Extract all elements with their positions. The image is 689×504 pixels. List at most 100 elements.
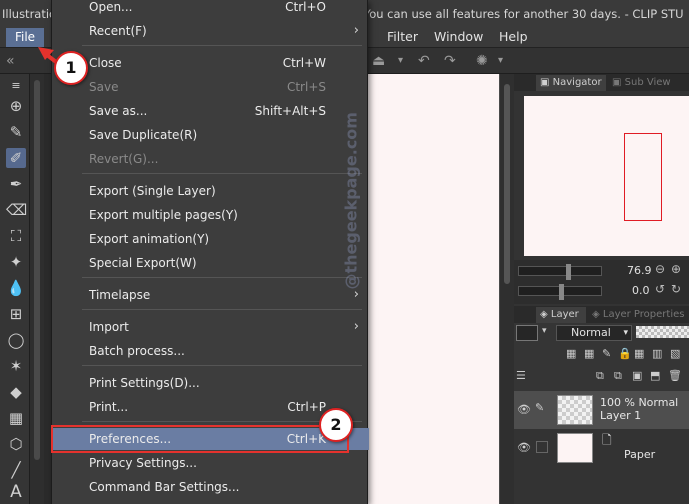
new-folder-icon[interactable]: ▣ xyxy=(632,369,642,382)
layer-name: Paper xyxy=(624,448,656,461)
tab-layer[interactable]: ◈ Layer xyxy=(536,307,586,323)
app-label: Illustratio xyxy=(2,7,57,21)
reset-icon[interactable]: ↻ xyxy=(671,282,681,296)
lock-transparent-icon[interactable]: ▦ xyxy=(634,347,644,360)
chevron-down-icon[interactable]: ▾ xyxy=(498,55,503,66)
menu-item-close[interactable]: Close Ctrl+W xyxy=(52,52,369,74)
clipping-icon[interactable]: ▦ xyxy=(566,347,576,360)
menu-item-label: Close xyxy=(89,56,122,70)
menu-item-open[interactable]: Open... Ctrl+O xyxy=(52,0,369,18)
layer-icon: ◈ xyxy=(540,309,551,320)
collapse-icon[interactable]: « xyxy=(6,53,15,69)
text-tool-icon[interactable]: A xyxy=(6,482,26,502)
tab-sub-view-label: Sub View xyxy=(624,77,671,88)
scrollbar[interactable] xyxy=(34,80,40,460)
merge-down-icon[interactable]: ⬒ xyxy=(650,369,660,382)
menu-item-save-duplicate[interactable]: Save Duplicate(R) xyxy=(52,124,369,146)
tab-sub-view[interactable]: ▣ Sub View xyxy=(608,75,684,91)
layer-menu-icon[interactable]: ☰ xyxy=(516,369,526,382)
subview-icon: ▣ xyxy=(612,77,625,88)
layer-checkbox[interactable] xyxy=(536,441,548,453)
navigator-view-rect[interactable] xyxy=(624,133,662,221)
tool-palette: ≡ ⊕ ✎ ✐ ✒ ⌫ ⛶ ✦ 💧 ⊞ ◯ ✶ ◆ ▦ ⬡ ╱ A xyxy=(0,74,30,504)
brush-tool-icon[interactable]: ✒ xyxy=(6,174,26,194)
menu-item-label: Special Export(W) xyxy=(89,256,197,270)
menu-item-print-settings[interactable]: Print Settings(D)... xyxy=(52,372,369,394)
magic-wand-icon[interactable]: ✶ xyxy=(6,356,26,376)
select-tool-icon[interactable]: ⊞ xyxy=(6,304,26,324)
pencil-tool-icon[interactable]: ✐ xyxy=(6,148,26,168)
new-vector-layer-icon[interactable]: ⧉ xyxy=(614,369,622,383)
eye-icon[interactable]: 👁 xyxy=(517,441,531,454)
pen-tool-icon[interactable]: ✎ xyxy=(6,122,26,142)
rotation-slider[interactable] xyxy=(518,284,602,300)
eye-icon[interactable]: 👁 xyxy=(517,403,531,416)
blend-mode-select[interactable]: Normal ▾ xyxy=(556,325,632,341)
navigator-tabs: ▣ Navigator ▣ Sub View xyxy=(514,74,689,91)
menu-item-import[interactable]: Import › xyxy=(52,316,369,338)
redo-icon[interactable]: ↷ xyxy=(444,53,456,69)
rotate-icon[interactable]: ↺ xyxy=(655,282,665,296)
eraser-tool-icon[interactable]: ⌫ xyxy=(6,200,27,220)
menu-item-special-export[interactable]: Special Export(W) xyxy=(52,252,369,274)
clear-icon[interactable]: ⏏ xyxy=(372,53,385,69)
layer-thumbnail xyxy=(557,395,593,425)
canvas-scrollbar[interactable] xyxy=(500,74,514,504)
new-raster-layer-icon[interactable]: ⧉ xyxy=(596,369,604,383)
menu-item-export-multiple-pages[interactable]: Export multiple pages(Y) xyxy=(52,204,369,226)
zoom-in-icon[interactable]: ⊕ xyxy=(671,262,681,276)
lock-icon[interactable]: 🔒 xyxy=(618,347,632,360)
opacity-preview[interactable] xyxy=(636,326,689,338)
tab-navigator[interactable]: ▣ Navigator xyxy=(536,75,606,91)
blend-tool-icon[interactable]: 💧 xyxy=(6,278,26,298)
help-menu-button[interactable]: Help xyxy=(499,29,528,44)
undo-icon[interactable]: ↶ xyxy=(418,53,430,69)
layer-toolbar: ▾ Normal ▾ ▦ ▦ ✎ 🔒 ▦ ▥ ▧ ☰ ⧉ ⧉ ▣ ⬒ 🗑 xyxy=(514,323,689,391)
fill-tool-icon[interactable]: ◆ xyxy=(6,382,26,402)
file-menu-button[interactable]: File xyxy=(6,28,44,47)
highlight-box xyxy=(51,425,349,453)
airbrush-tool-icon[interactable]: ⛶ xyxy=(6,226,26,246)
menu-item-recent[interactable]: Recent(F) › xyxy=(52,20,369,42)
menu-item-export-single-layer[interactable]: Export (Single Layer) xyxy=(52,180,369,202)
filter-menu-button[interactable]: Filter xyxy=(387,29,418,44)
canvas[interactable] xyxy=(368,74,499,504)
decoration-tool-icon[interactable]: ✦ xyxy=(6,252,26,272)
menu-item-save: Save Ctrl+S xyxy=(52,76,369,98)
tab-layer-properties[interactable]: ◈ Layer Properties xyxy=(588,307,689,323)
properties-icon: ◈ xyxy=(592,309,603,320)
mask-icon[interactable]: ▥ xyxy=(652,347,662,360)
menu-item-batch-process[interactable]: Batch process... xyxy=(52,340,369,362)
move-tool-icon[interactable]: ⊕ xyxy=(6,96,26,116)
menu-item-export-animation[interactable]: Export animation(Y) xyxy=(52,228,369,250)
menu-item-timelapse[interactable]: Timelapse › xyxy=(52,284,369,306)
line-tool-icon[interactable]: ╱ xyxy=(6,460,26,480)
menu-icon[interactable]: ≡ xyxy=(6,76,26,96)
layer-row[interactable]: 👁 ✎ 100 % Normal Layer 1 xyxy=(514,391,689,429)
lasso-tool-icon[interactable]: ◯ xyxy=(6,330,26,350)
zoom-slider-knob[interactable] xyxy=(566,264,572,280)
draft-icon[interactable]: ✎ xyxy=(602,347,611,360)
reference-icon[interactable]: ▦ xyxy=(584,347,594,360)
menu-item-privacy-settings[interactable]: Privacy Settings... xyxy=(52,452,369,474)
zoom-slider[interactable] xyxy=(518,264,602,280)
delete-layer-icon[interactable]: 🗑 xyxy=(668,369,682,382)
tab-layer-properties-label: Layer Properties xyxy=(602,309,685,320)
figure-tool-icon[interactable]: ⬡ xyxy=(6,434,26,454)
paper-thumbnail xyxy=(557,433,593,463)
ruler-icon[interactable]: ▧ xyxy=(670,347,680,360)
menu-item-label: Command Bar Settings... xyxy=(89,480,240,494)
layer-color-swatch[interactable] xyxy=(516,325,538,341)
scrollbar-thumb[interactable] xyxy=(504,84,510,284)
rotation-slider-knob[interactable] xyxy=(558,284,564,300)
chevron-down-icon[interactable]: ▾ xyxy=(542,326,547,336)
menu-item-command-bar-settings[interactable]: Command Bar Settings... xyxy=(52,476,369,498)
menu-item-save-as[interactable]: Save as... Shift+Alt+S xyxy=(52,100,369,122)
navigator-preview[interactable] xyxy=(524,96,689,256)
window-menu-button[interactable]: Window xyxy=(434,29,483,44)
chevron-down-icon[interactable]: ▾ xyxy=(398,55,403,66)
navigator-icon: ▣ xyxy=(540,77,553,88)
layer-row[interactable]: 👁 🗋 Paper xyxy=(514,429,689,467)
gradient-tool-icon[interactable]: ▦ xyxy=(6,408,26,428)
zoom-out-icon[interactable]: ⊖ xyxy=(655,262,665,276)
